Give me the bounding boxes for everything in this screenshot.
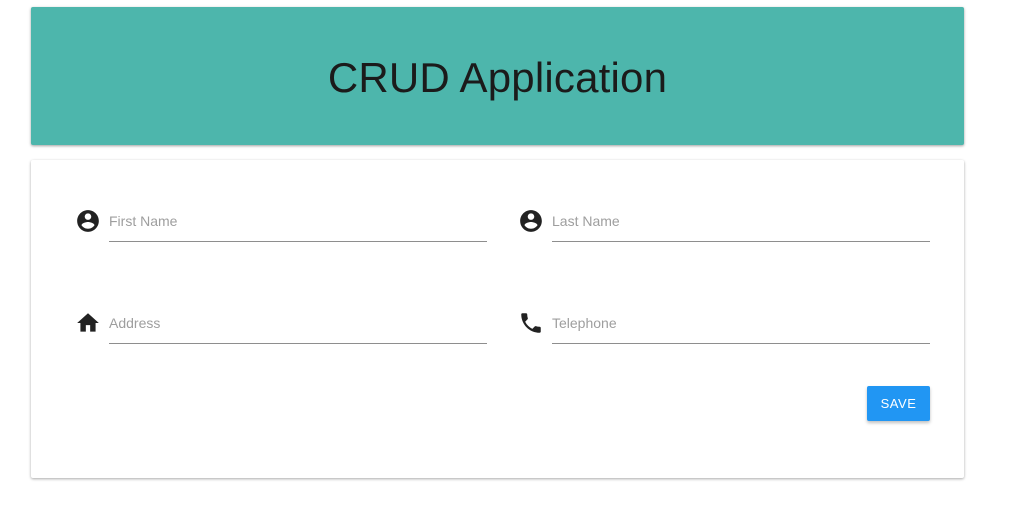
last-name-field-group bbox=[518, 200, 938, 250]
address-field-group bbox=[75, 302, 495, 352]
page-title: CRUD Application bbox=[327, 54, 668, 101]
telephone-input[interactable] bbox=[552, 302, 930, 344]
phone-icon bbox=[518, 310, 544, 336]
form-card: SAVE bbox=[31, 160, 964, 478]
account-circle-icon bbox=[75, 208, 101, 234]
address-input[interactable] bbox=[109, 302, 487, 344]
telephone-field-group bbox=[518, 302, 938, 352]
app-header: CRUD Application bbox=[31, 7, 964, 145]
home-icon bbox=[75, 310, 101, 336]
first-name-input[interactable] bbox=[109, 200, 487, 242]
account-circle-icon bbox=[518, 208, 544, 234]
save-button[interactable]: SAVE bbox=[867, 386, 930, 421]
last-name-input[interactable] bbox=[552, 200, 930, 242]
first-name-field-group bbox=[75, 200, 495, 250]
